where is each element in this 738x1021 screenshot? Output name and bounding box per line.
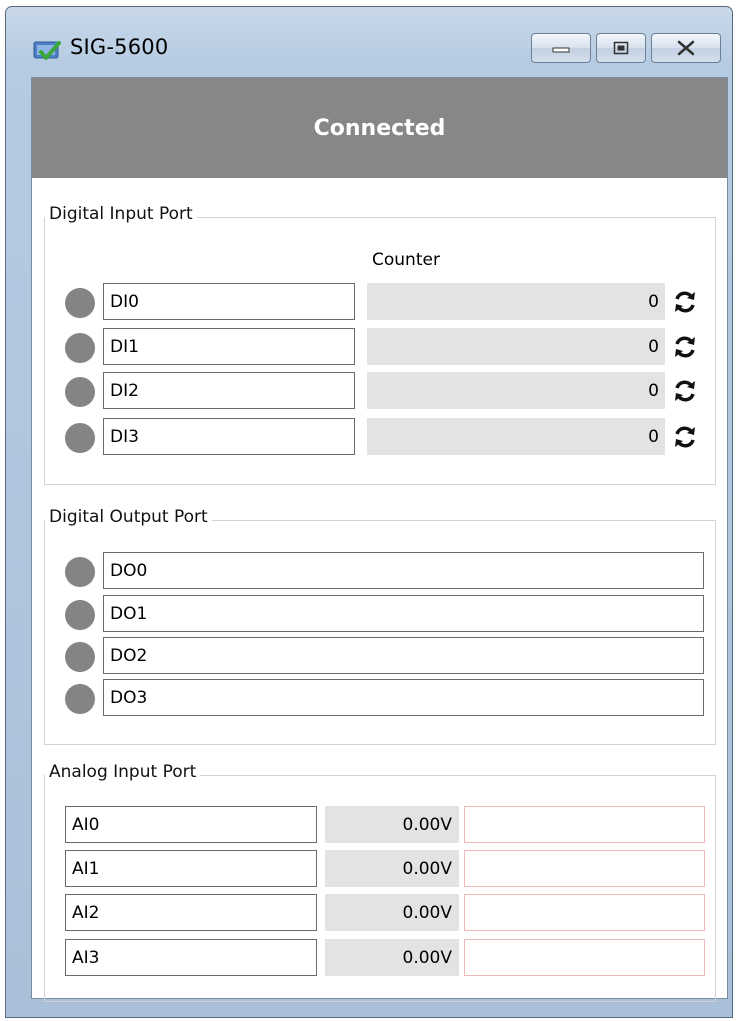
analog-input-group: Analog Input Port AI0 0.00V AI1 0.00V AI…	[44, 762, 716, 1002]
digital-output-title: Digital Output Port	[45, 507, 212, 527]
digital-input-group: Digital Input Port Counter DI0 0 DI1 0 D	[44, 204, 716, 485]
ai0-value: 0.00V	[325, 806, 459, 843]
ai3-name-field[interactable]: AI3	[65, 939, 317, 976]
ai2-level-bar	[464, 894, 705, 931]
do1-led[interactable]	[65, 600, 95, 630]
digital-input-title: Digital Input Port	[45, 204, 197, 224]
do2-name-field[interactable]: DO2	[103, 637, 704, 674]
do0-name-field[interactable]: DO0	[103, 552, 704, 589]
ai2-name-field[interactable]: AI2	[65, 894, 317, 931]
do0-led[interactable]	[65, 557, 95, 587]
ai1-value: 0.00V	[325, 850, 459, 887]
ai1-name-field[interactable]: AI1	[65, 850, 317, 887]
refresh-icon[interactable]	[672, 378, 698, 404]
ai3-value: 0.00V	[325, 939, 459, 976]
minimize-button[interactable]	[531, 33, 591, 63]
digital-output-group: Digital Output Port DO0 DO1 DO2 DO3	[44, 507, 716, 745]
analog-input-title: Analog Input Port	[45, 762, 201, 782]
close-button[interactable]	[651, 33, 721, 63]
ai2-value: 0.00V	[325, 894, 459, 931]
counter-header: Counter	[372, 250, 440, 270]
di1-led	[65, 333, 95, 363]
di2-led	[65, 377, 95, 407]
connection-status-banner: Connected	[32, 78, 727, 178]
do3-name-field[interactable]: DO3	[103, 679, 704, 716]
do3-led[interactable]	[65, 684, 95, 714]
ai3-level-bar	[464, 939, 705, 976]
do1-name-field[interactable]: DO1	[103, 595, 704, 632]
di1-name-field[interactable]: DI1	[103, 328, 355, 365]
do2-led[interactable]	[65, 642, 95, 672]
ai0-level-bar	[464, 806, 705, 843]
window-title: SIG-5600	[70, 35, 169, 59]
client-area: Connected Digital Input Port Counter DI0…	[31, 77, 728, 1002]
title-bar[interactable]: SIG-5600	[6, 7, 732, 77]
connection-status-text: Connected	[313, 115, 446, 141]
di3-name-field[interactable]: DI3	[103, 418, 355, 455]
di2-counter: 0	[367, 372, 665, 409]
minimize-icon	[552, 47, 570, 53]
refresh-icon[interactable]	[672, 424, 698, 450]
di0-counter: 0	[367, 283, 665, 320]
close-icon	[677, 40, 695, 56]
di1-counter: 0	[367, 328, 665, 365]
di0-led	[65, 288, 95, 318]
refresh-icon[interactable]	[672, 334, 698, 360]
ai0-name-field[interactable]: AI0	[65, 806, 317, 843]
app-icon	[33, 41, 61, 60]
ai1-level-bar	[464, 850, 705, 887]
di0-name-field[interactable]: DI0	[103, 283, 355, 320]
app-window: SIG-5600 Connected Digital Input Port Co…	[5, 6, 733, 1018]
refresh-icon[interactable]	[672, 289, 698, 315]
maximize-button[interactable]	[596, 33, 646, 63]
di2-name-field[interactable]: DI2	[103, 372, 355, 409]
maximize-icon	[613, 41, 629, 55]
di3-counter: 0	[367, 418, 665, 455]
di3-led	[65, 423, 95, 453]
